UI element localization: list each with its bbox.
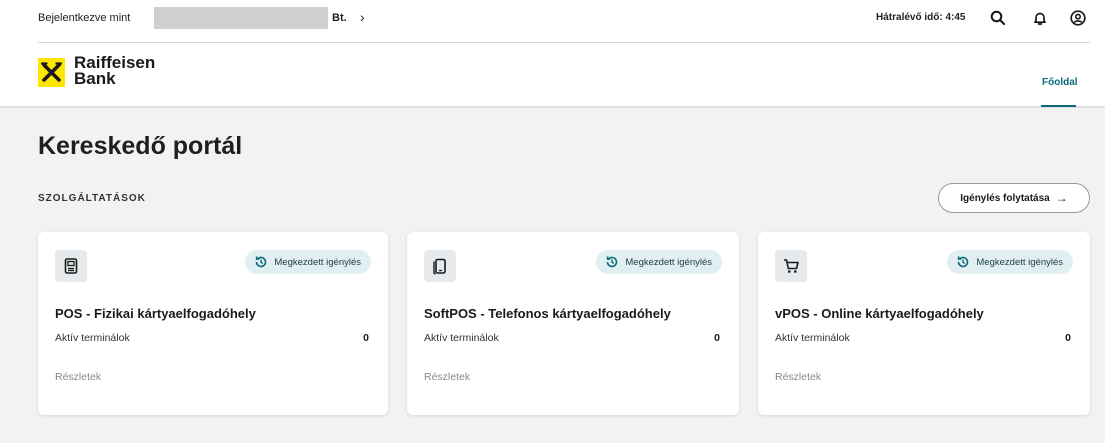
active-tab-indicator [1041,105,1076,107]
status-badge-label: Megkezdett igénylés [625,256,712,268]
active-terminals-label: Aktív terminálok [424,332,499,344]
active-terminals-count: 0 [1065,332,1071,344]
status-badge: Megkezdett igénylés [245,250,371,274]
refresh-history-icon [958,256,969,268]
arrow-right-icon: → [1055,191,1068,205]
continue-application-button[interactable]: Igénylés folytatása → [938,183,1090,213]
service-card-vpos[interactable]: Megkezdett igénylés vPOS - Online kártya… [758,232,1090,415]
status-badge-label: Megkezdett igénylés [976,256,1063,268]
continue-application-label: Igénylés folytatása [960,192,1050,204]
logged-in-label: Bejelentkezve mint [38,12,131,24]
bank-name-line2: Bank [74,69,116,88]
company-suffix[interactable]: Bt. [332,12,347,24]
active-terminals-label: Aktív terminálok [55,332,130,344]
status-badge: Megkezdett igénylés [596,250,722,274]
refresh-history-icon [256,256,267,268]
details-link[interactable]: Részletek [55,371,101,383]
topbar-divider [38,42,1090,43]
refresh-history-icon [607,256,618,268]
top-utility-bar: Bejelentkezve mint Bt. › Hátralévő idő: … [0,0,1105,44]
active-terminals-count: 0 [363,332,369,344]
phone-icon [424,250,456,282]
service-card-pos[interactable]: Megkezdett igénylés POS - Fizikai kártya… [38,232,388,415]
status-badge: Megkezdett igénylés [947,250,1073,274]
redacted-company-name [154,7,328,29]
page-title: Kereskedő portál [38,132,243,160]
active-terminals-count: 0 [714,332,720,344]
company-switch-chevron-icon[interactable]: › [360,9,365,25]
card-title: SoftPOS - Telefonos kártyaelfogadóhely [424,306,671,321]
nav-tab-home[interactable]: Főoldal [1042,77,1078,88]
pos-terminal-icon [55,250,87,282]
cart-icon [775,250,807,282]
card-title: vPOS - Online kártyaelfogadóhely [775,306,984,321]
service-card-softpos[interactable]: Megkezdett igénylés SoftPOS - Telefonos … [407,232,739,415]
brand-navigation-bar: Raiffeisen Bank Főoldal [0,44,1105,108]
user-icon[interactable] [1069,9,1087,27]
status-badge-label: Megkezdett igénylés [274,256,361,268]
section-heading: SZOLGÁLTATÁSOK [38,193,146,204]
search-icon[interactable] [989,9,1007,27]
details-link[interactable]: Részletek [424,371,470,383]
raiffeisen-logo-icon[interactable] [38,58,65,87]
session-timer: Hátralévő idő: 4:45 [876,12,966,23]
bank-name[interactable]: Raiffeisen Bank [74,54,155,88]
details-link[interactable]: Részletek [775,371,821,383]
card-title: POS - Fizikai kártyaelfogadóhely [55,306,256,321]
bell-icon[interactable] [1031,9,1049,27]
active-terminals-label: Aktív terminálok [775,332,850,344]
